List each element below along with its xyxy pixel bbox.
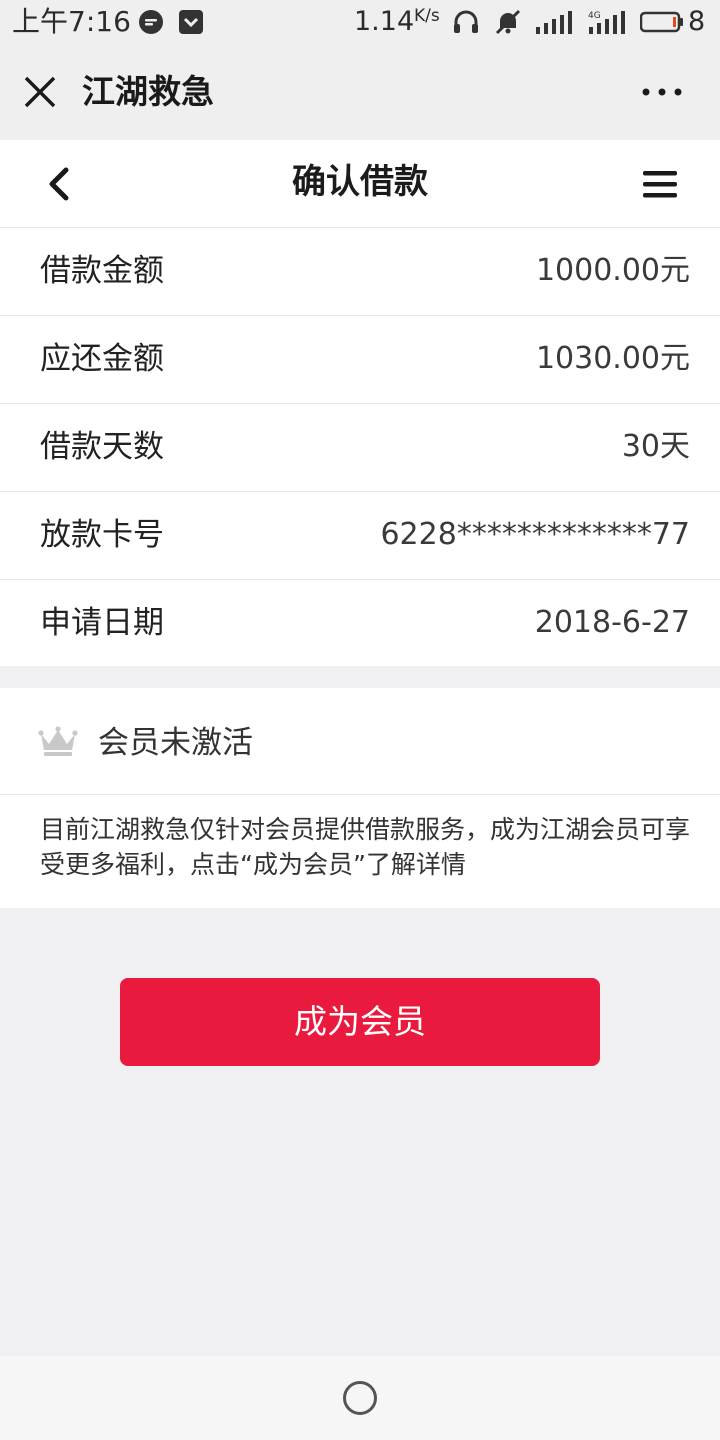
row-value: 2018-6-27 [534,605,690,640]
membership-status: 会员未激活 [98,725,253,761]
close-icon[interactable] [22,74,58,110]
battery-level: 8 [688,6,706,37]
row-label: 借款金额 [40,253,164,289]
app-bar: 江湖救急 [0,44,720,140]
screen: 上午7:16 1.14 K/s 4G 8 江湖救急 确认借款 借款金额 1000… [0,0,720,1440]
page-header: 确认借款 [0,140,720,228]
row-value: 30天 [621,429,690,464]
message-icon [139,10,163,34]
signal-4g-icon: 4G [588,11,625,34]
loan-amount-row: 借款金额 1000.00元 [0,228,720,316]
row-label: 应还金额 [40,341,164,377]
headphones-icon [454,10,478,33]
membership-description: 目前江湖救急仅针对会员提供借款服务，成为江湖会员可享受更多福利，点击“成为会员”… [40,815,691,879]
crown-icon [38,726,78,756]
status-time: 上午7:16 [12,5,131,38]
mute-icon [495,9,521,35]
row-label: 放款卡号 [40,517,164,553]
row-label: 申请日期 [40,605,164,641]
battery-icon [640,11,683,33]
network-speed: 1.14 [354,6,415,37]
app-title: 江湖救急 [82,72,214,111]
home-circle-icon[interactable] [342,1380,378,1416]
more-icon[interactable] [640,84,684,100]
svg-text:4G: 4G [588,11,601,21]
row-value: 1030.00元 [535,341,690,376]
page-title: 确认借款 [292,162,428,202]
row-label: 借款天数 [40,429,164,465]
bottom-navigation-bar [0,1356,720,1440]
network-speed-unit: K/s [414,6,440,26]
repayment-amount-row: 应还金额 1030.00元 [0,316,720,404]
signal-icon [536,11,572,34]
row-value: 1000.00元 [535,253,690,288]
status-bar: 上午7:16 1.14 K/s 4G 8 [0,0,720,44]
membership-card: 会员未激活 目前江湖救急仅针对会员提供借款服务，成为江湖会员可享受更多福利，点击… [0,688,720,908]
membership-status-row: 会员未激活 [0,688,720,795]
loan-info-list: 借款金额 1000.00元 应还金额 1030.00元 借款天数 30天 放款卡… [0,228,720,666]
row-value: 6228*************77 [380,517,690,552]
loan-days-row: 借款天数 30天 [0,404,720,492]
apply-date-row: 申请日期 2018-6-27 [0,580,720,666]
menu-icon[interactable] [640,166,680,202]
become-member-button[interactable]: 成为会员 [120,978,600,1066]
card-number-row: 放款卡号 6228*************77 [0,492,720,580]
shield-icon [179,10,203,34]
